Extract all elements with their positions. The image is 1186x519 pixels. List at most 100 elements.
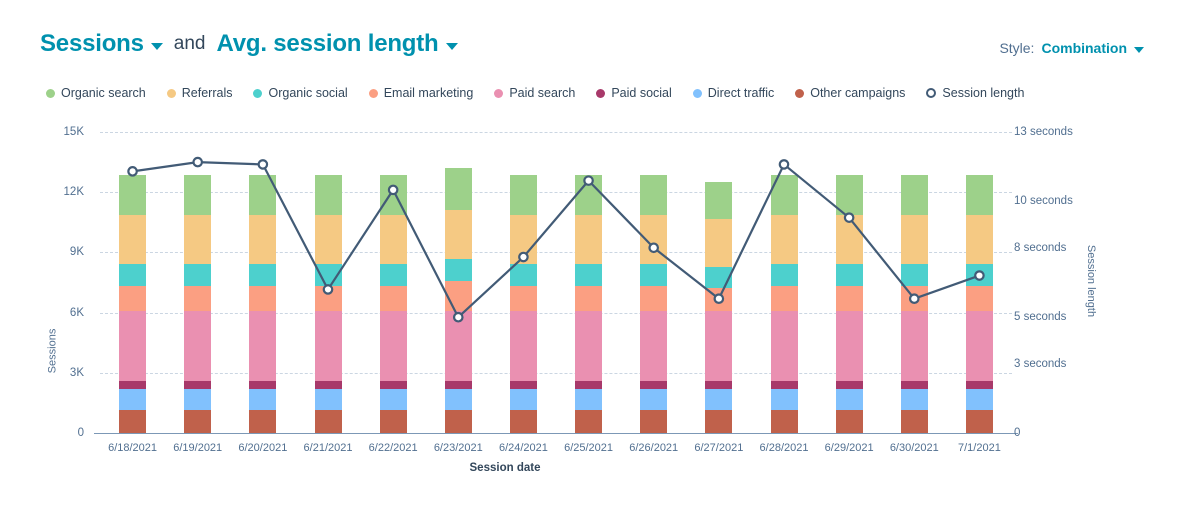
bar-segment-paid-search[interactable] — [379, 310, 407, 381]
bar-segment-referrals[interactable] — [379, 215, 407, 265]
bar-segment-organic-search[interactable] — [119, 175, 147, 216]
bar-stack[interactable] — [444, 132, 472, 433]
bar-stack[interactable] — [184, 132, 212, 433]
bar-segment-referrals[interactable] — [444, 210, 472, 260]
bar-segment-paid-search[interactable] — [444, 310, 472, 381]
bar-segment-referrals[interactable] — [314, 215, 342, 265]
bar-segment-paid-social[interactable] — [575, 380, 603, 389]
bar-segment-paid-search[interactable] — [835, 310, 863, 381]
bar-segment-paid-social[interactable] — [640, 380, 668, 389]
bar-segment-organic-search[interactable] — [640, 175, 668, 216]
bar-segment-organic-social[interactable] — [119, 264, 147, 286]
bar-segment-organic-search[interactable] — [575, 175, 603, 216]
bar-segment-direct-traffic[interactable] — [965, 388, 993, 410]
bar-stack[interactable] — [509, 132, 537, 433]
bar-stack[interactable] — [835, 132, 863, 433]
bar-segment-paid-search[interactable] — [705, 310, 733, 381]
bar-segment-organic-search[interactable] — [705, 182, 733, 220]
bar-segment-organic-search[interactable] — [249, 175, 277, 216]
bar-segment-organic-social[interactable] — [509, 264, 537, 286]
bar-segment-referrals[interactable] — [119, 215, 147, 265]
bar-segment-email-marketing[interactable] — [835, 285, 863, 311]
bar-segment-direct-traffic[interactable] — [770, 388, 798, 410]
bar-segment-paid-social[interactable] — [770, 380, 798, 389]
bar-segment-direct-traffic[interactable] — [314, 388, 342, 410]
bar-segment-other-campaigns[interactable] — [184, 409, 212, 433]
bar-segment-paid-social[interactable] — [509, 380, 537, 389]
bar-segment-referrals[interactable] — [900, 215, 928, 265]
bar-segment-other-campaigns[interactable] — [314, 409, 342, 433]
legend-item-organic-social[interactable]: Organic social — [253, 86, 348, 100]
bar-segment-referrals[interactable] — [575, 215, 603, 265]
bar-segment-paid-search[interactable] — [249, 310, 277, 381]
bar-segment-other-campaigns[interactable] — [575, 409, 603, 433]
bar-segment-paid-search[interactable] — [900, 310, 928, 381]
bar-segment-organic-search[interactable] — [379, 175, 407, 216]
style-selector[interactable]: Combination — [1041, 40, 1144, 56]
bar-segment-paid-social[interactable] — [705, 380, 733, 389]
bar-segment-paid-search[interactable] — [770, 310, 798, 381]
bar-segment-organic-search[interactable] — [835, 175, 863, 216]
bar-segment-organic-search[interactable] — [770, 175, 798, 216]
bar-segment-email-marketing[interactable] — [705, 287, 733, 311]
bar-segment-referrals[interactable] — [249, 215, 277, 265]
bar-segment-paid-social[interactable] — [379, 380, 407, 389]
bar-segment-paid-search[interactable] — [184, 310, 212, 381]
bar-segment-email-marketing[interactable] — [575, 285, 603, 311]
bar-segment-direct-traffic[interactable] — [379, 388, 407, 410]
bar-segment-paid-social[interactable] — [249, 380, 277, 389]
bar-stack[interactable] — [965, 132, 993, 433]
bar-segment-organic-social[interactable] — [640, 264, 668, 286]
bar-segment-email-marketing[interactable] — [119, 285, 147, 311]
bar-stack[interactable] — [640, 132, 668, 433]
legend-item-email-marketing[interactable]: Email marketing — [368, 86, 473, 100]
bar-segment-paid-social[interactable] — [965, 380, 993, 389]
bar-segment-organic-social[interactable] — [965, 264, 993, 286]
bar-segment-email-marketing[interactable] — [444, 280, 472, 311]
bar-segment-paid-social[interactable] — [314, 380, 342, 389]
bar-segment-other-campaigns[interactable] — [640, 409, 668, 433]
bar-segment-other-campaigns[interactable] — [705, 409, 733, 433]
bar-segment-organic-social[interactable] — [900, 264, 928, 286]
bar-segment-paid-search[interactable] — [640, 310, 668, 381]
bar-segment-email-marketing[interactable] — [900, 285, 928, 311]
bar-segment-organic-social[interactable] — [379, 264, 407, 286]
bar-segment-organic-search[interactable] — [509, 175, 537, 216]
bar-segment-email-marketing[interactable] — [509, 285, 537, 311]
legend-item-referrals[interactable]: Referrals — [166, 86, 232, 100]
bar-stack[interactable] — [770, 132, 798, 433]
bar-segment-other-campaigns[interactable] — [770, 409, 798, 433]
bar-segment-referrals[interactable] — [509, 215, 537, 265]
bar-segment-other-campaigns[interactable] — [249, 409, 277, 433]
bar-segment-referrals[interactable] — [640, 215, 668, 265]
bar-segment-organic-social[interactable] — [835, 264, 863, 286]
bar-segment-direct-traffic[interactable] — [835, 388, 863, 410]
bar-stack[interactable] — [575, 132, 603, 433]
bar-segment-direct-traffic[interactable] — [640, 388, 668, 410]
bar-segment-direct-traffic[interactable] — [575, 388, 603, 410]
bar-segment-referrals[interactable] — [965, 215, 993, 265]
legend-item-session-length[interactable]: Session length — [926, 86, 1024, 100]
bar-segment-referrals[interactable] — [705, 219, 733, 268]
bar-segment-other-campaigns[interactable] — [900, 409, 928, 433]
bar-segment-organic-social[interactable] — [705, 267, 733, 288]
bar-stack[interactable] — [379, 132, 407, 433]
bar-segment-referrals[interactable] — [770, 215, 798, 265]
bar-segment-other-campaigns[interactable] — [444, 409, 472, 433]
bar-segment-other-campaigns[interactable] — [835, 409, 863, 433]
bar-segment-other-campaigns[interactable] — [379, 409, 407, 433]
bar-segment-paid-search[interactable] — [509, 310, 537, 381]
bar-segment-referrals[interactable] — [184, 215, 212, 265]
bar-segment-email-marketing[interactable] — [314, 285, 342, 311]
bar-segment-organic-search[interactable] — [965, 175, 993, 216]
bar-segment-direct-traffic[interactable] — [509, 388, 537, 410]
bar-segment-paid-social[interactable] — [119, 380, 147, 389]
bar-segment-organic-social[interactable] — [249, 264, 277, 286]
bar-segment-direct-traffic[interactable] — [249, 388, 277, 410]
bar-segment-email-marketing[interactable] — [249, 285, 277, 311]
bar-segment-other-campaigns[interactable] — [509, 409, 537, 433]
bar-segment-direct-traffic[interactable] — [705, 388, 733, 410]
bar-segment-email-marketing[interactable] — [184, 285, 212, 311]
bar-segment-direct-traffic[interactable] — [900, 388, 928, 410]
bar-segment-paid-social[interactable] — [444, 380, 472, 389]
